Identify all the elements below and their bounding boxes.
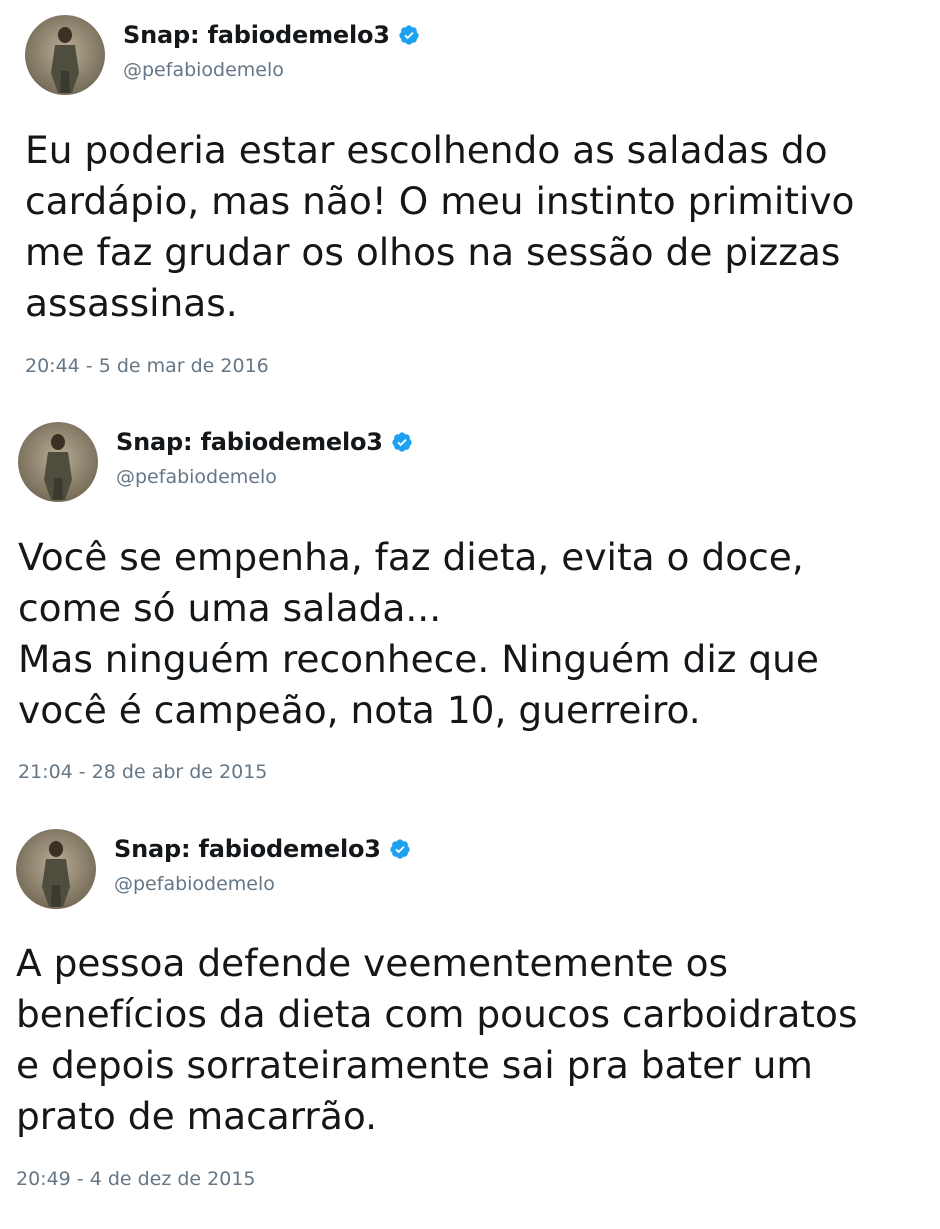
tweet-header: Snap: fabiodemelo3 @pefabiodemelo	[25, 15, 625, 105]
display-name[interactable]: Snap: fabiodemelo3	[114, 835, 411, 863]
verified-badge-icon	[392, 432, 412, 452]
user-handle[interactable]: @pefabiodemelo	[116, 466, 277, 488]
verified-badge-icon	[399, 25, 419, 45]
verified-badge-icon	[390, 839, 410, 859]
avatar[interactable]	[18, 422, 98, 502]
tweet-timestamp[interactable]: 20:49 - 4 de dez de 2015	[16, 1168, 256, 1190]
display-name-text[interactable]: Snap: fabiodemelo3	[123, 21, 390, 49]
tweet-timestamp[interactable]: 20:44 - 5 de mar de 2016	[25, 355, 269, 377]
tweet-header: Snap: fabiodemelo3 @pefabiodemelo	[16, 829, 616, 919]
tweet-timestamp[interactable]: 21:04 - 28 de abr de 2015	[18, 761, 267, 783]
display-name-text[interactable]: Snap: fabiodemelo3	[114, 835, 381, 863]
display-name-text[interactable]: Snap: fabiodemelo3	[116, 428, 383, 456]
tweet-header: Snap: fabiodemelo3 @pefabiodemelo	[18, 422, 618, 512]
tweet-text: Eu poderia estar escolhendo as saladas d…	[25, 128, 855, 325]
tweet-text: A pessoa defende veementemente os benefí…	[16, 941, 858, 1138]
user-handle[interactable]: @pefabiodemelo	[123, 59, 284, 81]
display-name[interactable]: Snap: fabiodemelo3	[123, 21, 420, 49]
user-handle[interactable]: @pefabiodemelo	[114, 873, 275, 895]
avatar[interactable]	[16, 829, 96, 909]
avatar[interactable]	[25, 15, 105, 95]
tweet-text: Você se empenha, faz dieta, evita o doce…	[18, 535, 819, 732]
display-name[interactable]: Snap: fabiodemelo3	[116, 428, 413, 456]
